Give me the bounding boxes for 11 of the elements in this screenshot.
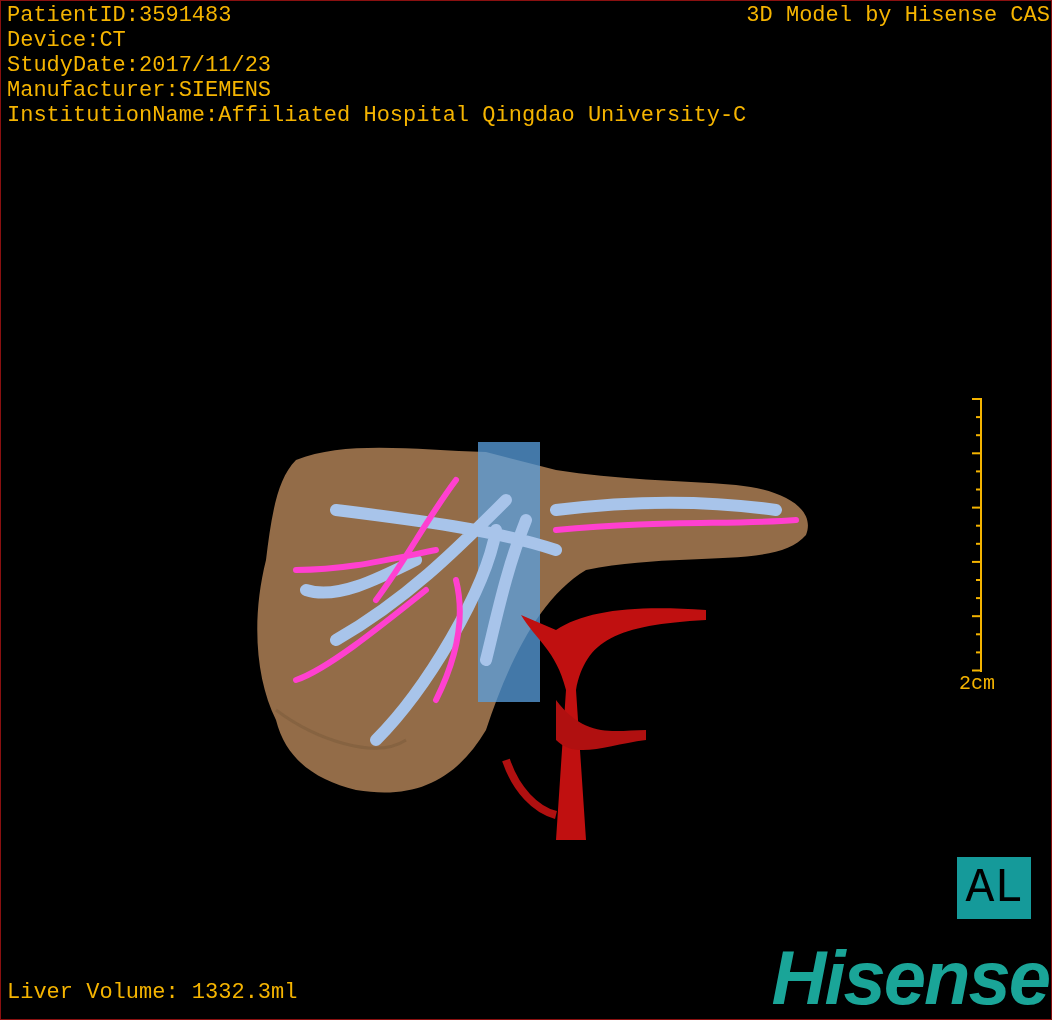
info-text: Manufacturer:SIEMENS xyxy=(7,78,273,103)
liver-volume-text: Liver Volume: 1332.3ml xyxy=(7,980,298,1007)
logo-text: Hisense xyxy=(771,937,1050,1019)
info-text: StudyDate:2017/11/23 xyxy=(7,53,273,78)
scale-ruler-icon xyxy=(970,398,984,672)
info-text: Device:CT xyxy=(7,28,127,53)
viewer-title: 3D Model by Hisense CAS xyxy=(746,3,1051,28)
info-text: PatientID:3591483 xyxy=(7,3,233,28)
info-text: InstitutionName:Affiliated Hospital Qingdao University-C xyxy=(7,103,747,128)
orientation-label: AL xyxy=(957,857,1031,919)
scale-label: 2cm xyxy=(959,672,995,696)
